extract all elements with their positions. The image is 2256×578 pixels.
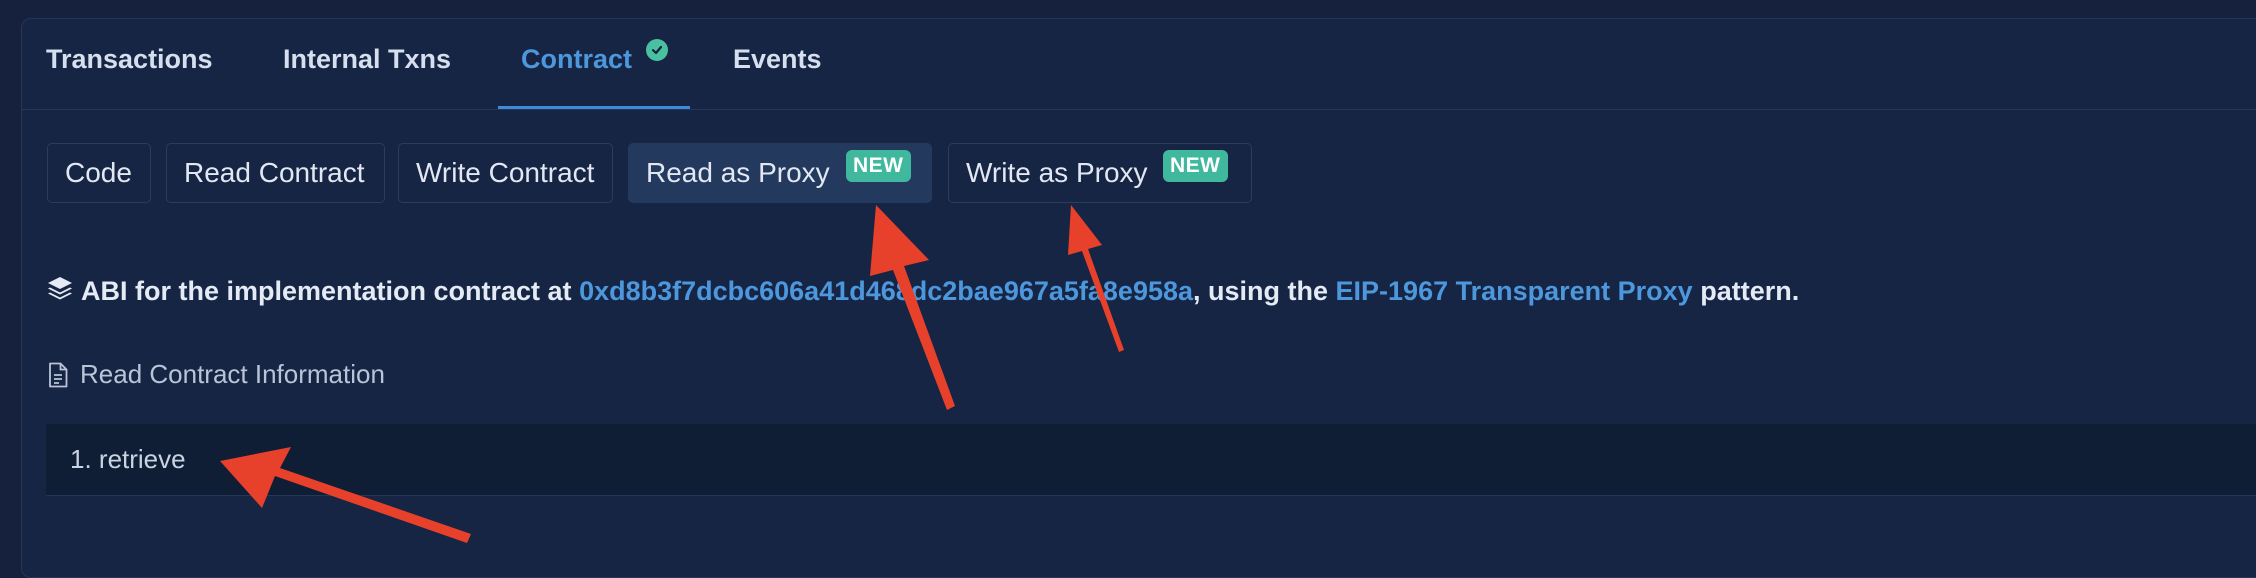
proxy-pattern-link[interactable]: EIP-1967 Transparent Proxy (1336, 276, 1693, 307)
contract-card: Transactions Internal Txns Contract Even… (21, 18, 2256, 578)
abi-middle: , using the (1193, 276, 1336, 306)
tab-transactions[interactable]: Transactions (46, 44, 213, 75)
subtab-label: Read as Proxy (646, 157, 830, 188)
check-circle-icon (646, 39, 668, 61)
new-badge: NEW (846, 150, 911, 182)
subtab-label: Code (65, 157, 132, 188)
implementation-address-link[interactable]: 0xd8b3f7dcbc606a41d468dc2bae967a5fa8e958… (579, 276, 1193, 307)
abi-suffix: pattern. (1692, 276, 1800, 306)
function-row-retrieve[interactable]: 1. retrieve (46, 424, 2256, 496)
abi-prefix: ABI for the implementation contract at (81, 276, 580, 306)
subtab-label: Write as Proxy (966, 157, 1148, 188)
abi-description: ABI for the implementation contract at 0… (46, 274, 1799, 309)
tab-contract[interactable]: Contract (521, 44, 632, 75)
active-tab-indicator (498, 106, 690, 109)
subtab-write-as-proxy[interactable]: Write as Proxy NEW (948, 143, 1252, 203)
subtab-label: Read Contract (184, 157, 365, 188)
new-badge: NEW (1163, 150, 1228, 182)
subtab-code[interactable]: Code (47, 143, 151, 203)
function-label: 1. retrieve (70, 444, 186, 474)
subtab-write-contract[interactable]: Write Contract (398, 143, 613, 203)
read-contract-info: Read Contract Information (48, 359, 385, 390)
read-info-label: Read Contract Information (80, 359, 385, 389)
tab-bar: Transactions Internal Txns Contract Even… (22, 19, 2256, 110)
layers-icon (46, 274, 74, 309)
tab-internal-txns[interactable]: Internal Txns (283, 44, 451, 75)
document-icon (49, 362, 68, 387)
subtab-read-as-proxy[interactable]: Read as Proxy NEW (628, 143, 932, 203)
subtab-label: Write Contract (416, 157, 595, 188)
tab-events[interactable]: Events (733, 44, 822, 75)
subtab-read-contract[interactable]: Read Contract (166, 143, 385, 203)
